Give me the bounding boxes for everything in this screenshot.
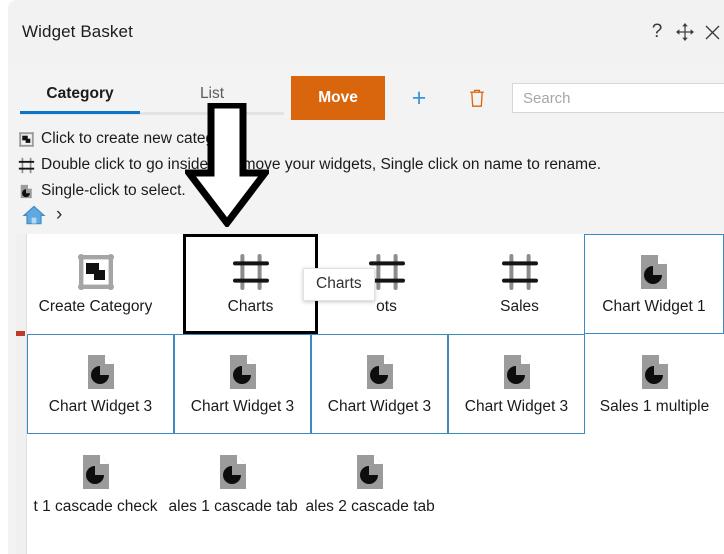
tile-charts[interactable]: Charts	[183, 234, 318, 334]
trash-icon[interactable]	[464, 85, 490, 111]
tile-label: ales 1 cascade tab	[168, 498, 297, 515]
home-icon[interactable]	[22, 203, 46, 227]
chart-document-icon	[229, 355, 256, 389]
charts-tooltip: Charts	[303, 268, 375, 301]
chart-document-icon	[503, 355, 530, 389]
hints-block: Click to create new category. Double cli…	[18, 126, 718, 204]
help-icon[interactable]: ?	[645, 20, 669, 44]
tile-label: Chart Widget 3	[464, 398, 569, 415]
chart-document-icon	[366, 355, 393, 389]
title-bar: Widget Basket ?	[8, 0, 724, 62]
four-way-arrow-glyph	[676, 23, 694, 41]
breadcrumb-separator: ›	[56, 204, 63, 225]
hint-text-single-click: Single-click to select.	[41, 182, 186, 199]
search-input[interactable]	[512, 83, 724, 113]
window-left-margin	[0, 0, 8, 554]
tile-chart-widget-3-c[interactable]: Chart Widget 3	[311, 334, 448, 434]
breadcrumb: ›	[22, 202, 62, 228]
chart-document-icon	[20, 184, 32, 198]
charts-frame-icon	[501, 254, 538, 290]
gutter-marker	[16, 331, 25, 336]
chart-document-icon	[219, 455, 246, 489]
chart-document-icon	[641, 355, 668, 389]
tile-cascade-tab-2[interactable]: ales 2 cascade tab	[301, 434, 438, 534]
trash-glyph	[470, 89, 484, 107]
tile-chart-widget-3-b[interactable]: Chart Widget 3	[174, 334, 311, 434]
hint-row-create-category: Click to create new category.	[18, 126, 718, 152]
grid-row: Chart Widget 3 Chart Widget 3 Chart Widg…	[27, 334, 724, 434]
x-glyph	[705, 25, 719, 39]
chart-document-icon	[87, 355, 114, 389]
plus-glyph: +	[411, 83, 427, 112]
hint-row-single-click: Single-click to select.	[18, 178, 718, 204]
grid-row: t 1 cascade check ales 1 cascade tab ale…	[27, 434, 724, 534]
chart-document-icon	[641, 255, 667, 289]
tile-label: Chart Widget 3	[190, 398, 295, 415]
tile-label: Sales	[500, 298, 539, 315]
tile-label: Charts	[227, 298, 274, 315]
tab-active-indicator	[20, 111, 140, 114]
move-button[interactable]: Move	[291, 76, 385, 120]
create-category-icon	[77, 254, 114, 290]
tile-label: Chart Widget 1	[602, 298, 706, 315]
move-window-icon[interactable]	[673, 20, 697, 44]
tile-cascade-check[interactable]: t 1 cascade check	[27, 434, 164, 534]
tile-sales[interactable]: Sales	[455, 234, 584, 334]
grid-row: Create Category Charts ots Sales Chart W…	[27, 234, 724, 334]
help-glyph: ?	[651, 21, 663, 42]
tab-list[interactable]: List	[158, 74, 266, 114]
hint-text-create-category: Click to create new category.	[41, 130, 239, 147]
tab-list-label: List	[199, 85, 225, 102]
tile-chart-widget-3-d[interactable]: Chart Widget 3	[448, 334, 585, 434]
tab-category[interactable]: Category	[16, 74, 144, 114]
hint-text-double-click: Double click to go inside and move your …	[41, 156, 602, 173]
tile-label: Sales 1 multiple	[599, 398, 710, 415]
tile-sales-1-multiple[interactable]: Sales 1 multiple	[585, 334, 724, 434]
tile-chart-widget-1[interactable]: Chart Widget 1	[584, 234, 724, 334]
tile-label: t 1 cascade check	[33, 498, 158, 515]
tab-category-label: Category	[46, 85, 114, 102]
widget-basket-window: Widget Basket ? Category List Move + Sea…	[8, 0, 724, 554]
charts-frame-icon	[18, 157, 35, 173]
add-icon[interactable]: +	[406, 85, 432, 111]
tile-label: Chart Widget 3	[48, 398, 153, 415]
tile-label: Create Category	[38, 298, 153, 315]
tile-label: ales 2 cascade tab	[305, 498, 434, 515]
chart-document-icon	[356, 455, 383, 489]
tile-label: Chart Widget 3	[327, 398, 432, 415]
window-title: Widget Basket	[22, 22, 133, 41]
close-icon[interactable]	[700, 20, 724, 44]
tile-label: ots	[376, 298, 397, 315]
tile-chart-widget-3-a[interactable]: Chart Widget 3	[27, 334, 174, 434]
grid-left-gutter	[16, 234, 27, 554]
tile-create-category[interactable]: Create Category	[27, 234, 164, 334]
chart-document-icon	[82, 455, 109, 489]
charts-frame-icon	[232, 254, 269, 290]
create-category-icon	[19, 131, 34, 147]
tile-cascade-tab-1[interactable]: ales 1 cascade tab	[164, 434, 301, 534]
hint-row-double-click: Double click to go inside and move your …	[18, 152, 718, 178]
